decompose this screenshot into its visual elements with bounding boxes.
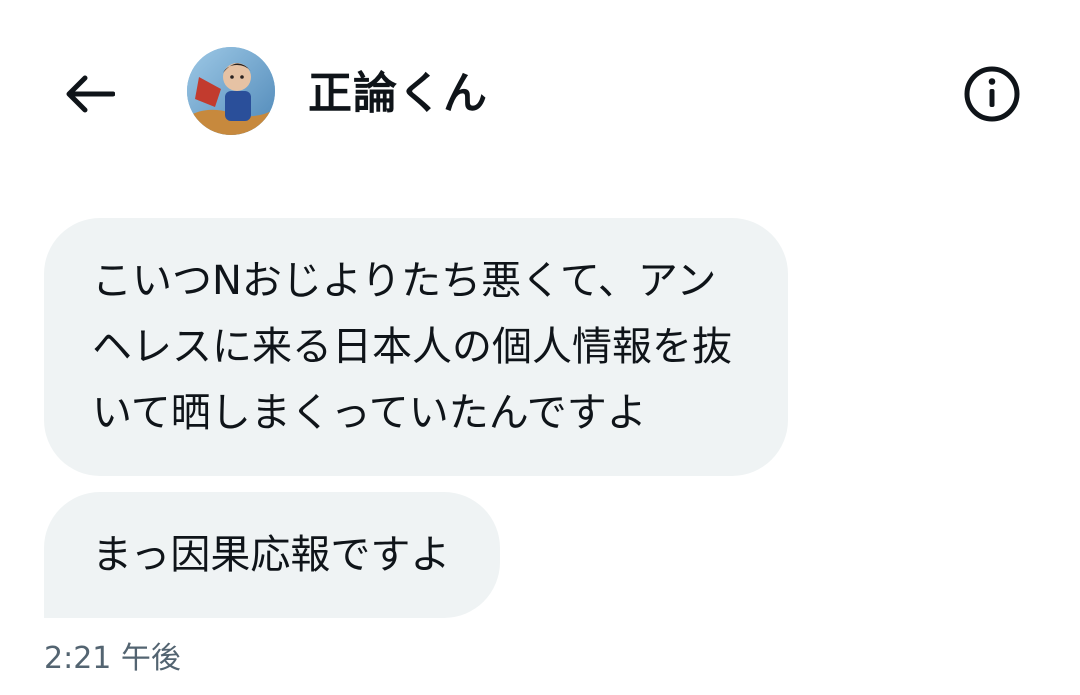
back-button[interactable] — [54, 62, 124, 126]
arrow-left-icon — [66, 75, 115, 113]
message-timestamp: 2:21 午後 — [44, 641, 181, 676]
user-avatar-icon — [187, 47, 275, 135]
info-button[interactable] — [960, 62, 1024, 126]
message-bubble[interactable]: こいつNおじよりたち悪くて、アン ヘレスに来る日本人の個人情報を抜 いて晒しまく… — [44, 218, 788, 476]
message-bubble[interactable]: まっ因果応報ですよ — [44, 492, 500, 618]
info-circle-icon — [964, 66, 1020, 122]
conversation-title[interactable]: 正論くん — [308, 62, 488, 126]
avatar[interactable] — [187, 47, 275, 135]
conversation-header: 正論くん — [0, 0, 1080, 185]
